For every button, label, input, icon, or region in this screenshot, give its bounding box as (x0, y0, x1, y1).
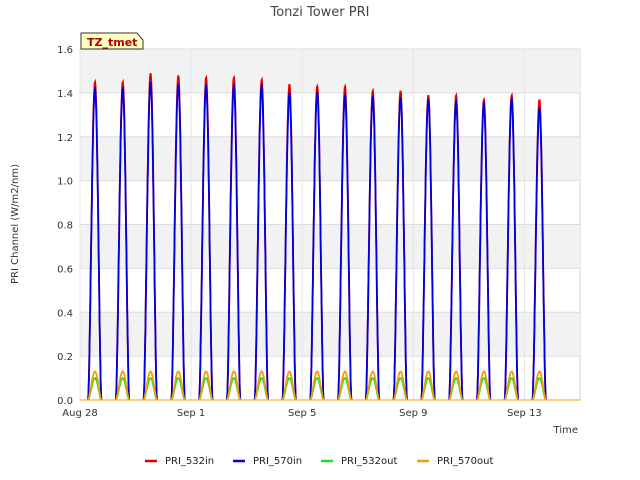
chart-svg: Tonzi Tower PRI 0.0 0.2 0.4 0.6 0.8 1.0 1.2 1.4… (10, 5, 581, 467)
y-tick-label: 1.4 (57, 89, 73, 100)
legend-label: PRI_570out (437, 456, 493, 467)
background-band (80, 49, 580, 93)
y-axis-label: PRI Channel (W/m2/nm) (10, 164, 21, 284)
background-band (80, 136, 580, 181)
x-axis-ticks: Aug 28 Sep 1 Sep 5 Sep 9 Sep 13 (62, 408, 542, 419)
y-tick-label: 0.6 (57, 264, 73, 275)
badge-text: TZ_tmet (87, 36, 137, 49)
x-tick-label: Sep 1 (177, 408, 205, 419)
legend-label: PRI_570in (253, 456, 302, 467)
y-tick-label: 0.0 (57, 396, 73, 407)
y-tick-label: 1.0 (57, 177, 73, 188)
x-tick-label: Sep 5 (288, 408, 316, 419)
y-tick-label: 0.2 (57, 352, 73, 363)
annotation-badge: TZ_tmet (80, 32, 144, 50)
x-tick-label: Sep 9 (399, 408, 427, 419)
legend: PRI_532in PRI_570in PRI_532out PRI_570out (145, 456, 493, 467)
y-tick-label: 0.8 (57, 221, 73, 232)
plot-area (79, 48, 581, 401)
y-tick-label: 1.2 (57, 133, 73, 144)
y-axis-ticks: 0.0 0.2 0.4 0.6 0.8 1.0 1.2 1.4 1.6 (57, 45, 73, 407)
x-tick-label: Sep 13 (507, 408, 542, 419)
chart-title: Tonzi Tower PRI (270, 5, 370, 20)
legend-label: PRI_532out (341, 456, 397, 467)
x-tick-label: Aug 28 (62, 408, 97, 419)
x-axis-label: Time (553, 425, 578, 436)
legend-label: PRI_532in (165, 456, 214, 467)
y-tick-label: 0.4 (57, 308, 73, 319)
y-tick-label: 1.6 (57, 45, 73, 56)
